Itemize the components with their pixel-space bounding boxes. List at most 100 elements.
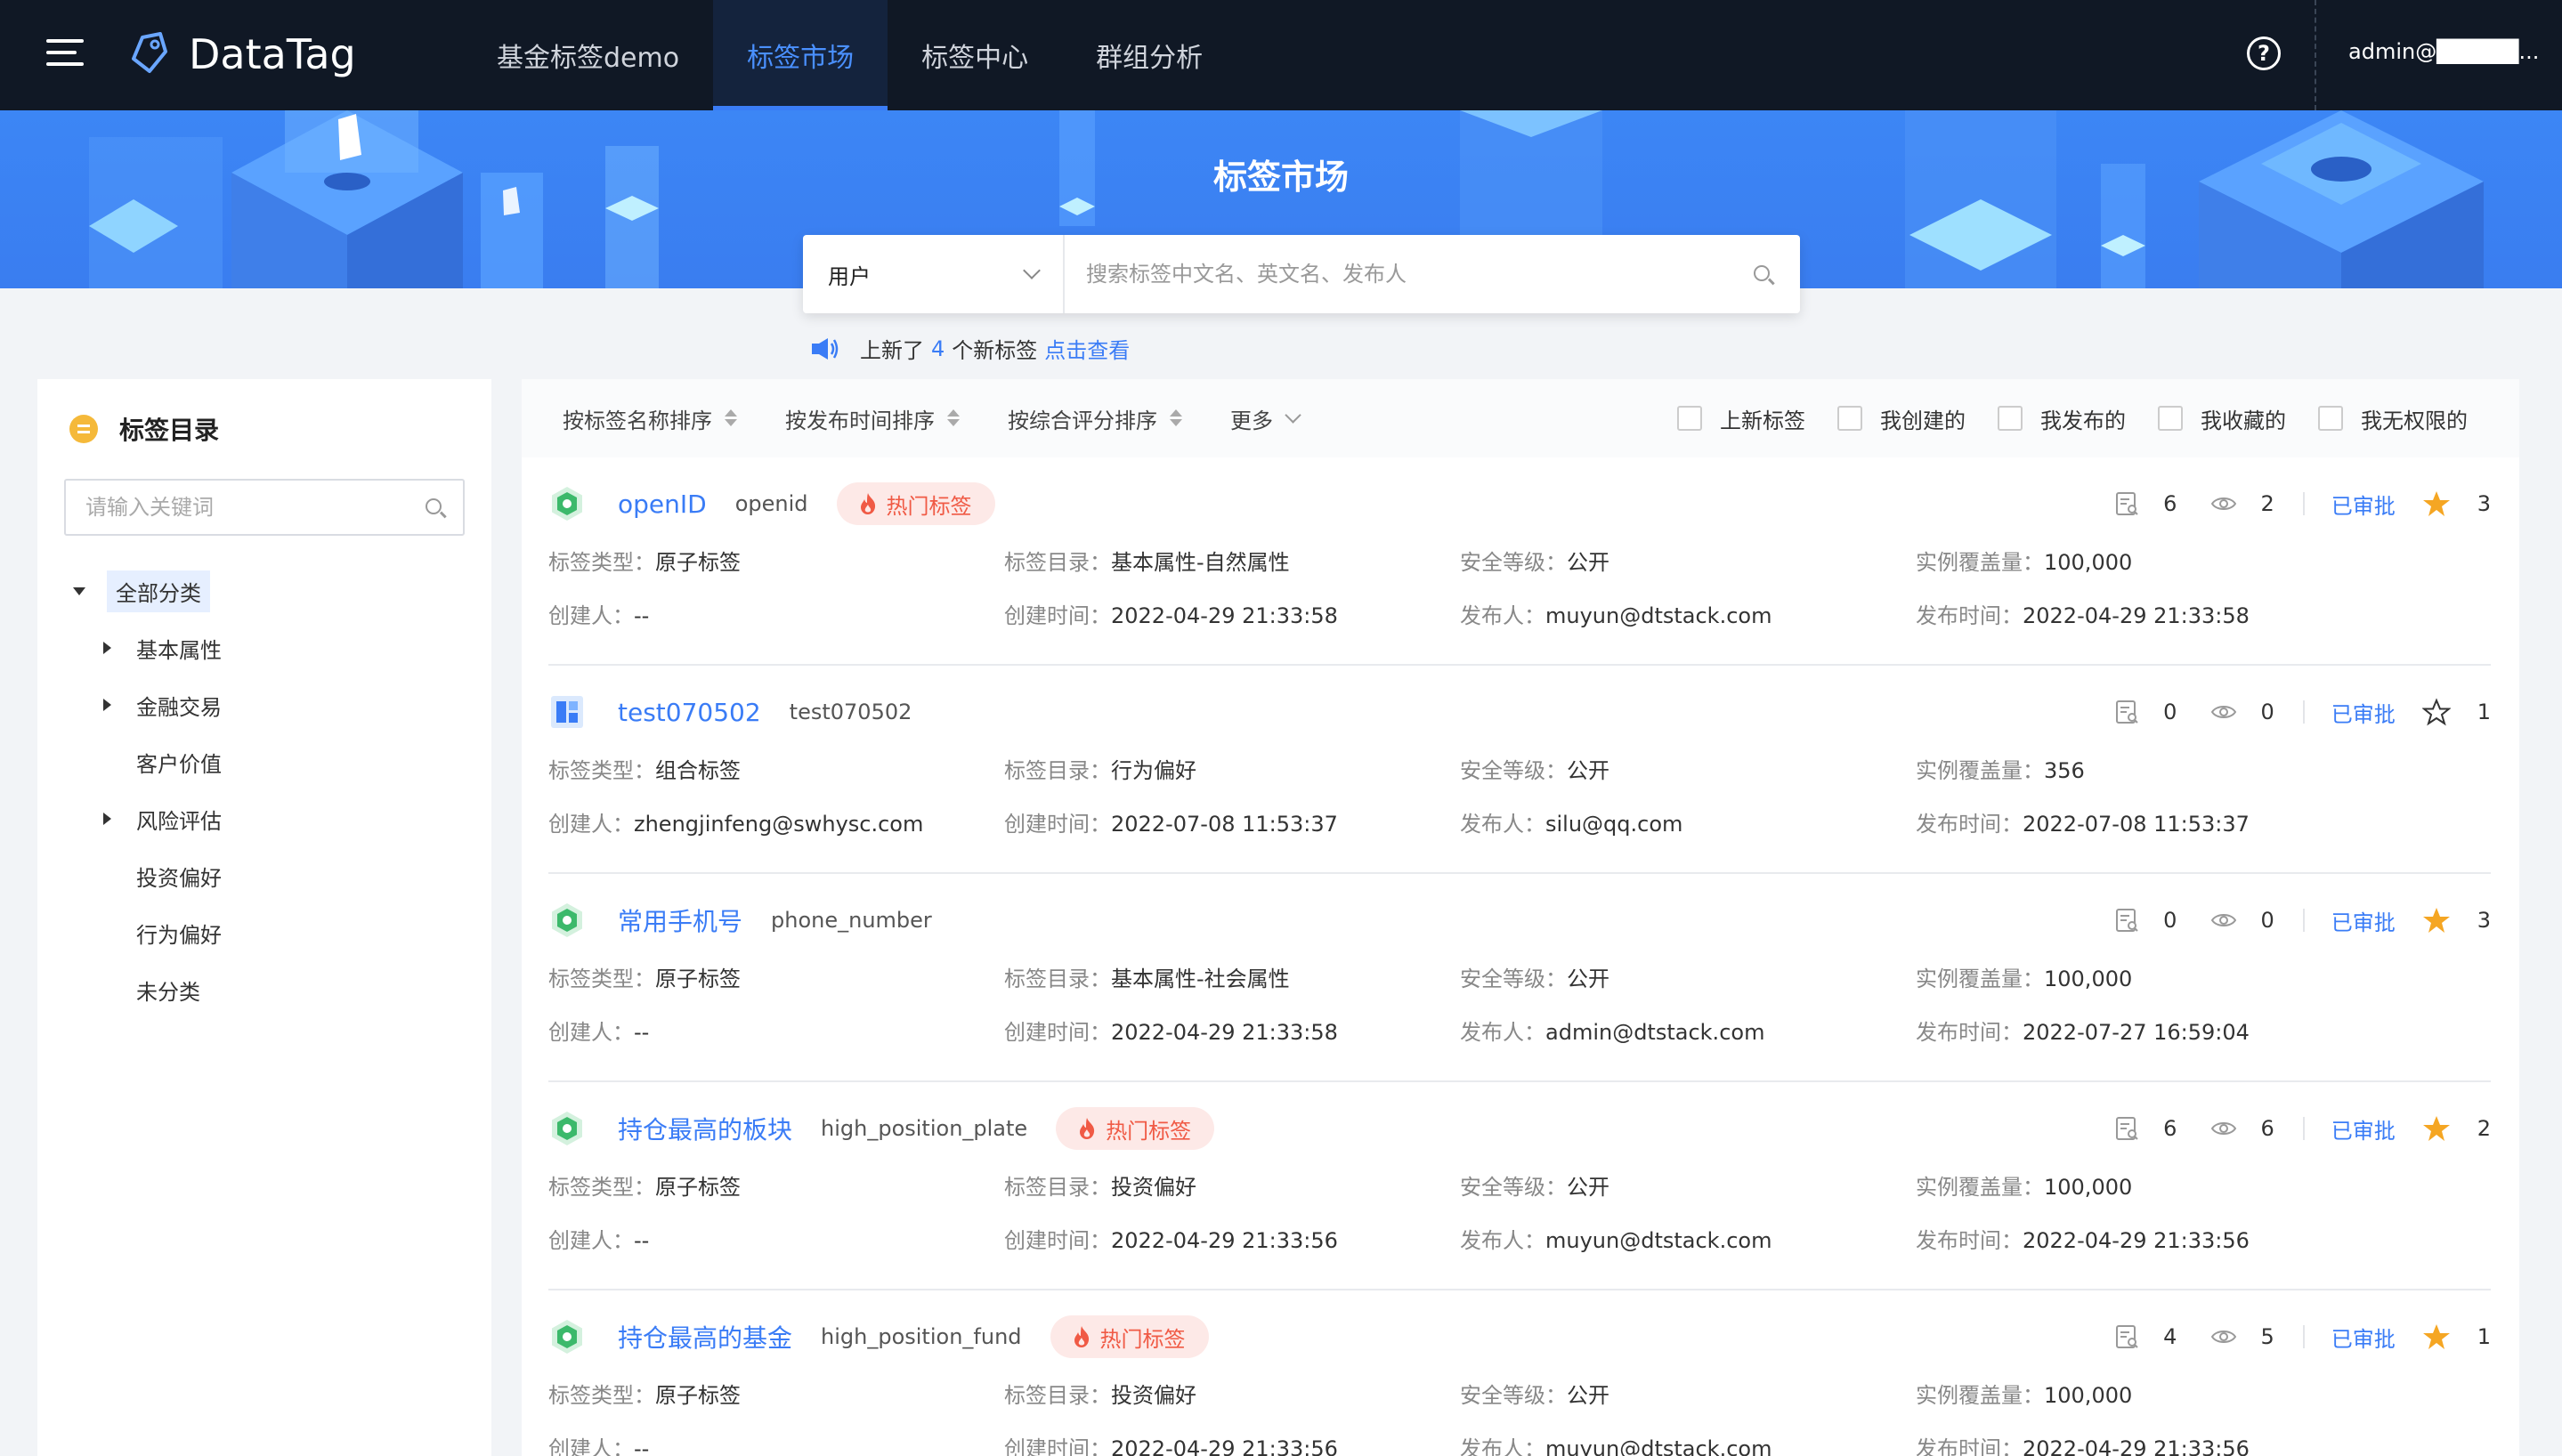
- catalog-search-input[interactable]: [66, 495, 417, 520]
- tree-item-6[interactable]: 未分类: [73, 961, 222, 1018]
- tag-name-link[interactable]: 常用手机号: [618, 902, 742, 938]
- search-icon[interactable]: [417, 489, 452, 525]
- star-filled-icon[interactable]: [2422, 906, 2451, 934]
- logo[interactable]: DataTag: [130, 30, 356, 78]
- field-key: 实例覆盖量：: [1916, 967, 2044, 991]
- tree-item-label: 投资偏好: [136, 865, 222, 891]
- caret-right-icon[interactable]: [103, 813, 111, 825]
- field-coverage: 实例覆盖量：100,000: [1916, 1378, 2132, 1409]
- nav-tab-2[interactable]: 标签中心: [888, 0, 1062, 110]
- tree-item-label: 客户价值: [136, 751, 222, 777]
- field-publisher: 发布人：muyun@dtstack.com: [1460, 1223, 1772, 1254]
- filter-label: 我收藏的: [2201, 408, 2286, 433]
- star-filled-icon[interactable]: [2422, 1323, 2451, 1351]
- filter-1[interactable]: 我创建的: [1837, 403, 1966, 434]
- tree-item-4[interactable]: 投资偏好: [73, 847, 222, 904]
- nav-tab-3[interactable]: 群组分析: [1062, 0, 1236, 110]
- sort-toolbar: 按标签名称排序 按发布时间排序 按综合评分排序 更多 上新标签 我创建的 我发布的 我…: [522, 379, 2519, 457]
- sort-icon: [947, 408, 960, 428]
- field-value: 公开: [1567, 1175, 1609, 1200]
- app-name: DataTag: [189, 30, 356, 78]
- star-filled-icon[interactable]: [2422, 489, 2451, 518]
- field-key: 实例覆盖量：: [1916, 758, 2044, 783]
- tag-name-link[interactable]: 持仓最高的基金: [618, 1319, 792, 1355]
- view-count: 0: [2260, 700, 2274, 724]
- filter-checkbox[interactable]: [1837, 406, 1862, 431]
- field-key: 创建人：: [548, 1228, 634, 1253]
- filter-checkbox[interactable]: [2318, 406, 2343, 431]
- caret-down-icon[interactable]: [73, 586, 85, 595]
- approved-status[interactable]: 已审批: [2331, 697, 2396, 728]
- field-value: admin@dtstack.com: [1545, 1020, 1765, 1045]
- field-type: 标签类型：原子标签: [548, 961, 741, 992]
- tree-item-2[interactable]: 客户价值: [73, 733, 222, 790]
- main-nav: 基金标签demo 标签市场 标签中心 群组分析: [463, 0, 1236, 110]
- approved-status[interactable]: 已审批: [2331, 1113, 2396, 1145]
- tree-item-0[interactable]: 基本属性: [73, 619, 222, 676]
- nav-tab-1[interactable]: 标签市场: [713, 0, 888, 110]
- sort-by-name-button[interactable]: 按标签名称排序: [563, 403, 737, 434]
- search-input[interactable]: [1065, 235, 1745, 313]
- banner-title: 标签市场: [1212, 158, 1349, 197]
- filter-label: 上新标签: [1720, 408, 1805, 433]
- filter-checkbox[interactable]: [1677, 406, 1702, 431]
- search-scope-select[interactable]: 用户: [803, 235, 1065, 313]
- approved-status[interactable]: 已审批: [2331, 489, 2396, 520]
- approved-status[interactable]: 已审批: [2331, 905, 2396, 936]
- search-icon[interactable]: [1745, 256, 1780, 292]
- star-filled-icon[interactable]: [2422, 1114, 2451, 1143]
- field-key: 发布人：: [1460, 603, 1545, 628]
- tag-english-name: openid: [734, 491, 808, 516]
- field-security: 安全等级：公开: [1460, 1378, 1609, 1409]
- field-value: 2022-04-29 21:33:56: [1111, 1228, 1338, 1253]
- field-publisher: 发布人：muyun@dtstack.com: [1460, 598, 1772, 629]
- catalog-tree: 全部分类 基本属性 金融交易客户价值风险评估投资偏好行为偏好 未分类: [73, 562, 222, 1018]
- tag-card-header: openID openid 热门标签: [548, 482, 995, 525]
- sort-by-time-button[interactable]: 按发布时间排序: [785, 403, 960, 434]
- filter-0[interactable]: 上新标签: [1677, 403, 1805, 434]
- sort-by-score-button[interactable]: 按综合评分排序: [1008, 403, 1182, 434]
- filter-2[interactable]: 我发布的: [1998, 403, 2126, 434]
- tag-name-link[interactable]: test070502: [618, 698, 761, 727]
- tag-name-link[interactable]: openID: [618, 489, 707, 519]
- tag-card-header: 持仓最高的基金 high_position_fund 热门标签: [548, 1315, 1209, 1358]
- caret-right-icon[interactable]: [103, 699, 111, 711]
- tag-english-name: high_position_fund: [821, 1324, 1022, 1349]
- tree-item-1[interactable]: 金融交易: [73, 676, 222, 733]
- filter-3[interactable]: 我收藏的: [2158, 403, 2286, 434]
- tree-item-all[interactable]: 全部分类: [73, 562, 222, 619]
- more-sort-button[interactable]: 更多: [1230, 403, 1301, 434]
- notice-prefix: 上新了: [860, 338, 924, 363]
- hamburger-menu-icon[interactable]: [46, 39, 84, 69]
- banner-decoration-left: [89, 110, 659, 288]
- filter-4[interactable]: 我无权限的: [2318, 403, 2468, 434]
- nav-tab-0[interactable]: 基金标签demo: [463, 0, 713, 110]
- caret-right-icon[interactable]: [103, 642, 111, 654]
- field-type: 标签类型：组合标签: [548, 753, 741, 784]
- tag-stats: 4 5 已审批 1: [2113, 1315, 2491, 1358]
- star-outline-icon[interactable]: [2421, 698, 2451, 726]
- field-key: 发布时间：: [1916, 603, 2023, 628]
- tag-card: 持仓最高的基金 high_position_fund 热门标签 4 5 已审批 1 标签类型：…: [548, 1290, 2491, 1456]
- field-value: --: [634, 1436, 650, 1456]
- field-value: muyun@dtstack.com: [1545, 603, 1772, 628]
- field-value: --: [634, 1228, 650, 1253]
- hot-tag-badge: 热门标签: [1050, 1315, 1209, 1358]
- tag-name-link[interactable]: 持仓最高的板块: [618, 1111, 792, 1146]
- approved-status[interactable]: 已审批: [2331, 1322, 2396, 1353]
- view-new-tags-link[interactable]: 点击查看: [1044, 333, 1130, 364]
- filter-checkbox[interactable]: [1998, 406, 2023, 431]
- user-menu[interactable]: admin@█████...: [2348, 39, 2539, 64]
- field-key: 创建人：: [548, 603, 634, 628]
- help-icon[interactable]: ?: [2247, 36, 2281, 70]
- catalog-list-icon: [69, 415, 98, 443]
- eye-icon: [2211, 1331, 2237, 1343]
- atomic-tag-icon: [552, 1112, 582, 1145]
- field-security: 安全等级：公开: [1460, 1169, 1609, 1201]
- field-creator: 创建人：--: [548, 598, 649, 629]
- tree-item-3[interactable]: 风险评估: [73, 790, 222, 847]
- filter-checkbox[interactable]: [2158, 406, 2183, 431]
- filter-label: 我无权限的: [2361, 408, 2468, 433]
- atomic-tag-icon: [552, 1320, 582, 1354]
- tree-item-5[interactable]: 行为偏好: [73, 904, 222, 961]
